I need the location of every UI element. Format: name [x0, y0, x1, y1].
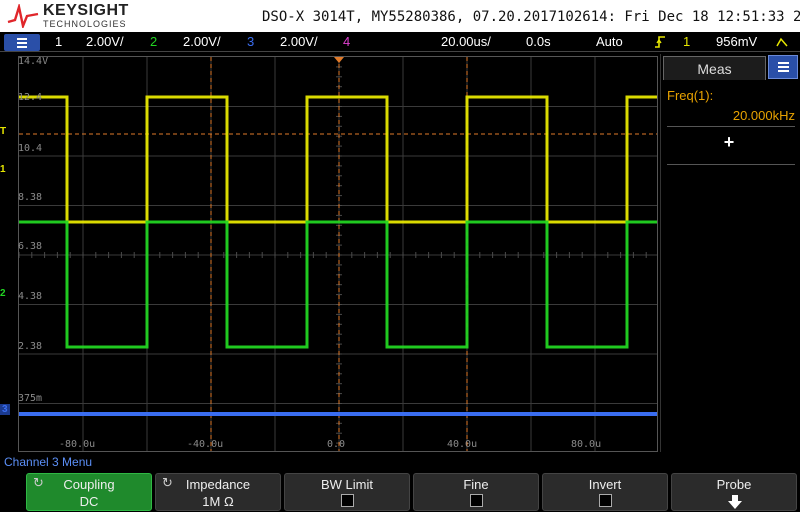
softkey-bar: ↻ Coupling DC ↻ Impedance 1M Ω BW Limit … [0, 471, 800, 512]
x-tick-label: 40.0u [447, 439, 478, 450]
y-tick-label: 10.4 [18, 143, 43, 154]
tab-meas[interactable]: Meas [663, 56, 766, 80]
fine-softkey[interactable]: Fine [413, 473, 539, 511]
ch3-number[interactable]: 3 [247, 34, 254, 49]
instrument-title: DSO-X 3014T, MY55280386, 07.20.201710261… [262, 9, 800, 25]
bw-limit-checkbox[interactable] [341, 494, 354, 507]
arrow-down-icon [728, 495, 742, 509]
add-measurement-button[interactable]: + [661, 132, 797, 153]
trigger-level-marker[interactable]: T [0, 126, 6, 137]
ch2-number[interactable]: 2 [150, 34, 157, 49]
logo-sub-text: TECHNOLOGIES [43, 19, 127, 29]
invert-label: Invert [588, 477, 622, 492]
ch1-ground-marker[interactable]: 1 [0, 164, 6, 175]
coupling-value: DC [79, 494, 99, 509]
probe-label: Probe [716, 477, 752, 492]
y-tick-label: 12.4 [18, 92, 43, 103]
top-header: KEYSIGHT TECHNOLOGIES DSO-X 3014T, MY552… [0, 0, 800, 32]
x-tick-label: -80.0u [59, 439, 96, 450]
fine-label: Fine [463, 477, 489, 492]
trigger-mode[interactable]: Auto [596, 34, 623, 49]
y-tick-label: 2.38 [18, 341, 43, 352]
sidebar-menu-icon[interactable] [768, 55, 798, 79]
trigger-delay[interactable]: 0.0s [526, 34, 551, 49]
y-tick-label: 375m [18, 393, 43, 404]
impedance-value: 1M Ω [202, 494, 234, 509]
y-tick-label: 6.38 [18, 241, 43, 252]
invert-softkey[interactable]: Invert [542, 473, 668, 511]
trigger-source[interactable]: 1 [683, 34, 690, 49]
invert-checkbox[interactable] [599, 494, 612, 507]
menu-title: Channel 3 Menu [4, 455, 93, 469]
measurement-panel: Meas Freq(1): 20.000kHz + [660, 54, 800, 452]
y-tick-label: 8.38 [18, 192, 43, 203]
ch1-number[interactable]: 1 [55, 34, 62, 49]
probe-softkey[interactable]: Probe [671, 473, 797, 511]
bw-limit-softkey[interactable]: BW Limit [284, 473, 410, 511]
keysight-logo: KEYSIGHT TECHNOLOGIES [6, 2, 129, 30]
trigger-slope-icon [776, 37, 788, 47]
fine-checkbox[interactable] [470, 494, 483, 507]
x-tick-label: 80.0u [571, 439, 602, 450]
ch3-ground-marker[interactable]: 3 [0, 404, 10, 415]
timebase-scale[interactable]: 20.00us/ [441, 34, 491, 49]
x-tick-label: -40.0u [187, 439, 224, 450]
logo-brand-text: KEYSIGHT [43, 2, 129, 19]
ch2-scale[interactable]: 2.00V/ [183, 34, 221, 49]
ch4-number[interactable]: 4 [343, 34, 350, 49]
main-menu-icon[interactable] [4, 34, 40, 51]
divider [667, 164, 795, 165]
y-tick-label: 4.38 [18, 291, 43, 302]
trigger-level[interactable]: 956mV [716, 34, 757, 49]
ch1-scale[interactable]: 2.00V/ [86, 34, 124, 49]
ch3-scale[interactable]: 2.00V/ [280, 34, 318, 49]
y-tick-label: 14.4V [18, 56, 49, 67]
impedance-label: Impedance [185, 477, 251, 492]
coupling-label: Coupling [63, 477, 115, 492]
trigger-edge-icon [655, 36, 665, 48]
keysight-wave-icon [7, 4, 39, 28]
ch2-ground-marker[interactable]: 2 [0, 288, 6, 299]
status-bar: 1 2.00V/ 2 2.00V/ 3 2.00V/ 4 20.00us/ 0.… [0, 32, 800, 52]
divider [667, 126, 795, 127]
impedance-softkey[interactable]: ↻ Impedance 1M Ω [155, 473, 281, 511]
bw-limit-label: BW Limit [321, 477, 373, 492]
coupling-softkey[interactable]: ↻ Coupling DC [26, 473, 152, 511]
x-tick-label: 0.0 [327, 439, 346, 450]
trigger-position-marker [334, 57, 344, 63]
waveform-display[interactable] [18, 56, 658, 452]
freq-measurement-label: Freq(1): [667, 88, 714, 103]
waveform-plot [19, 57, 657, 451]
freq-measurement-value: 20.000kHz [732, 108, 795, 123]
